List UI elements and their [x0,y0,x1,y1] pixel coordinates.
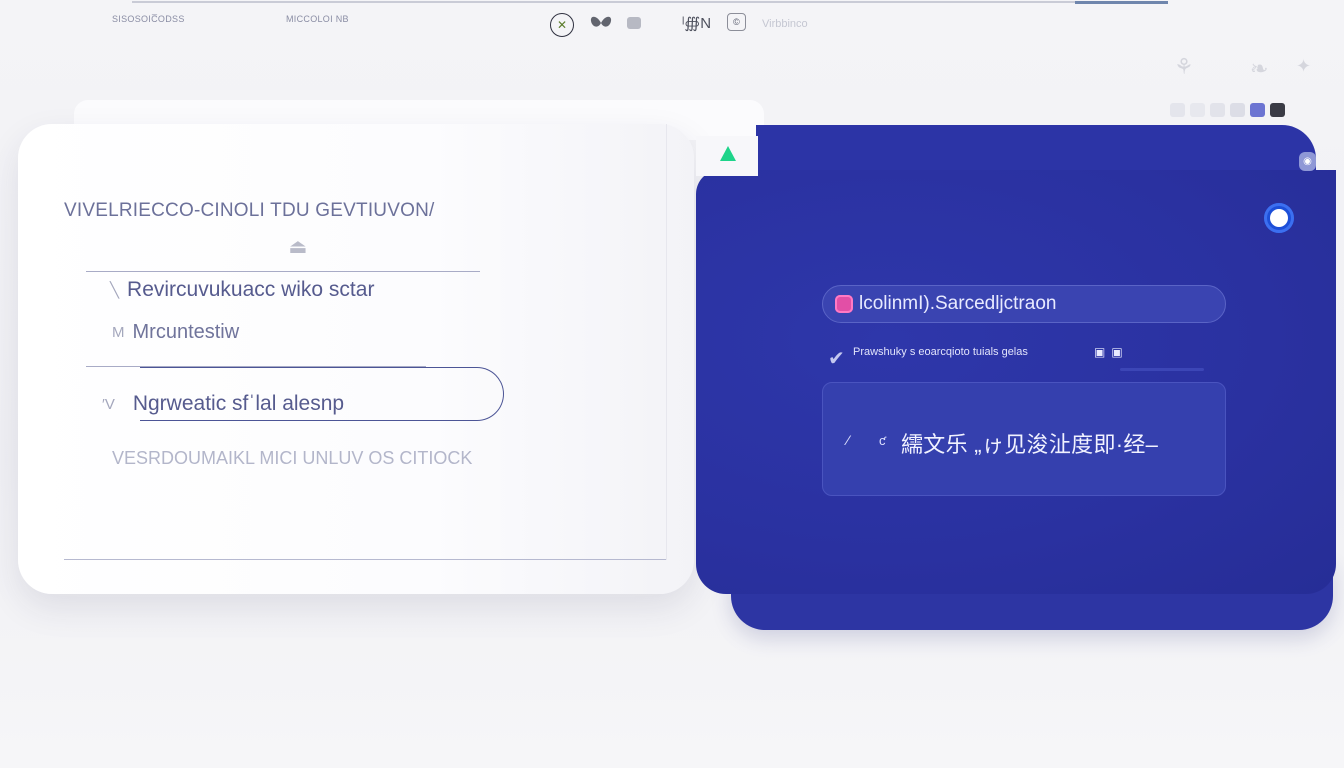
floral-heart-icon: ❧ [1250,56,1269,81]
copyright-icon[interactable]: © [727,13,746,31]
options-card: VIVELRIECCO-CINOLI TDU GEVTIUVON/ ⏏ ╲ Re… [18,124,694,594]
search-input-value: lcolinmӀ).Sarcedljctraon [859,293,1057,314]
option-mark: ╲ [110,282,120,299]
caret-glyph: ⏏ [288,236,308,258]
option-mark: M [112,324,125,341]
result-text: 繻文乐 „ゖ见浚沚度即·经– [901,432,1159,457]
grid-view-icon[interactable]: ▣▣ [1094,345,1129,359]
toolbar-hint: Virbbinco [762,18,808,30]
swatch-3[interactable] [1210,103,1225,117]
card-footer-note: VESRDOUMAIKL MICI UNLUV OS CITIOCK [112,448,473,468]
search-input[interactable]: lcolinmӀ).Sarcedljctraon [822,285,1226,323]
text-format-icon[interactable]: ˡ∰N [682,14,711,32]
divider-bottom [64,559,666,560]
sparkle-icon: ✦ [1296,56,1312,76]
swatch-2[interactable] [1190,103,1205,117]
option-label: Revircuvukuacc wiko sctar [127,278,375,301]
result-box[interactable]: ⁄ ƈ 繻文乐 „ゖ见浚沚度即·经– [822,382,1226,496]
load-progress-track [132,1,1168,4]
option-item-3-selected[interactable]: ′V Ngrweatic sfˈlal alesnp [102,392,344,416]
load-progress-fill [1074,1,1168,4]
butterfly-icon[interactable] [590,15,612,31]
option-item-2[interactable]: M Mrcuntestiw [112,321,239,344]
image-icon[interactable] [627,17,641,29]
bookmark-icon[interactable]: ◉ [1299,152,1316,171]
eject-caret-icon[interactable]: ⏏ [286,236,310,284]
close-circle-icon[interactable]: ✕ [550,13,574,37]
nav-label-primary[interactable]: SISOSOIC̅ODSS [112,14,185,24]
toggle-switch[interactable] [1264,203,1294,233]
check-icon: ✔ [828,348,845,370]
text-format-glyph: ˡ∰N [682,15,712,32]
nav-label-secondary[interactable]: MICCOLOI NB [286,14,349,24]
search-hint-text: Prawshuky s eoarcqioto tuials gelas [853,346,1028,358]
result-c-mark: ƈ [879,433,886,448]
swatch-6[interactable] [1270,103,1285,117]
top-toolbar: SISOSOIC̅ODSS MICCOLOI NB ✕ ˡ∰N © Virbbi… [0,0,1344,44]
flower-icon: ⚘ [1174,54,1194,79]
option-label: Mrcuntestiw [132,321,240,343]
swatch-1[interactable] [1170,103,1185,117]
swatch-4[interactable] [1230,103,1245,117]
divider-top [86,271,480,272]
hint-scroll-bar[interactable] [1120,368,1204,371]
copyright-glyph: © [733,17,740,27]
panel-top-tab [756,125,1316,175]
option-label: Ngrweatic sfˈlal alesnp [132,392,345,415]
result-slash-mark: ⁄ [847,432,850,448]
search-app-icon [835,295,853,313]
swatch-5[interactable] [1250,103,1265,117]
color-swatches [1170,103,1285,117]
option-mark: ′V [102,395,115,413]
close-glyph: ✕ [556,18,568,32]
card-heading: VIVELRIECCO-CINOLI TDU GEVTIUVON/ [64,200,435,221]
butterfly-svg [590,16,612,27]
option-item-1[interactable]: ╲ Revircuvukuacc wiko sctar [110,278,374,302]
card-edge-line [666,124,667,560]
status-triangle-icon [720,146,736,161]
